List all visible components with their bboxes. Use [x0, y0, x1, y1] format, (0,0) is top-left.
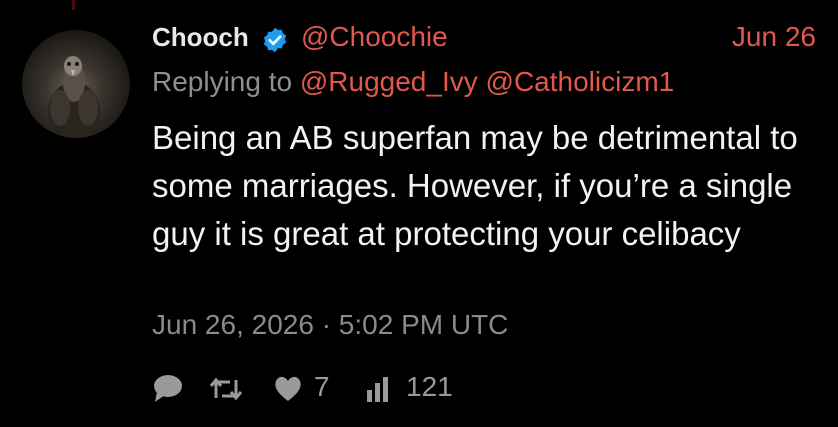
retweet-icon [209, 377, 243, 401]
thread-connector-line [72, 0, 75, 10]
retweet-button[interactable] [208, 370, 248, 406]
reply-button[interactable] [152, 370, 186, 406]
tweet-timestamp[interactable]: Jun 26, 2026 · 5:02 PM UTC [152, 309, 508, 341]
tweet-text: Being an AB superfan may be detrimental … [152, 119, 798, 252]
replying-to-line: Replying to @Rugged_Ivy @Catholicizm1 [152, 66, 674, 98]
bar-chart-icon [367, 377, 388, 402]
tweet-date-link[interactable]: Jun 26 [732, 21, 816, 53]
mention-link[interactable]: @Catholicizm1 [486, 66, 675, 97]
author-handle[interactable]: @Choochie [301, 21, 448, 53]
views-button[interactable]: 121 [365, 370, 465, 406]
views-count: 121 [406, 371, 453, 402]
heart-icon [275, 376, 301, 401]
avatar-image [48, 56, 100, 138]
like-count: 7 [314, 371, 330, 402]
comment-icon [154, 375, 182, 402]
like-button[interactable]: 7 [272, 370, 342, 406]
author-name[interactable]: Chooch [152, 22, 249, 53]
verified-badge-icon [263, 27, 287, 53]
tweet-header: Chooch @Choochie Jun 26 [152, 20, 816, 60]
avatar[interactable] [22, 30, 130, 138]
mention-link[interactable]: @Rugged_Ivy [300, 66, 478, 97]
replying-to-label: Replying to [152, 66, 293, 97]
